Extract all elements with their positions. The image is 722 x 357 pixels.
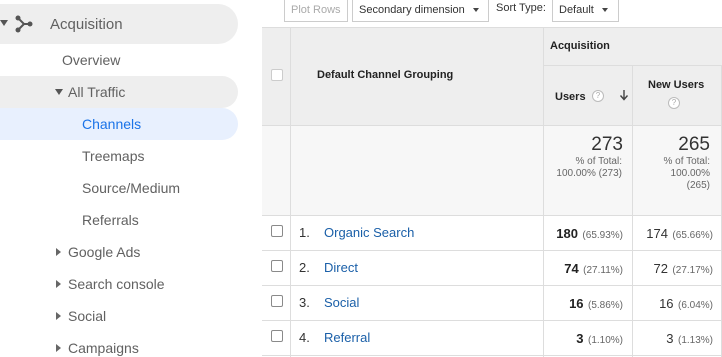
plot-rows-button[interactable]: Plot Rows [284,0,348,22]
users-cell: 180 (65.93%) [556,226,623,241]
row-checkbox[interactable] [271,260,283,272]
channel-link[interactable]: Direct [324,260,358,275]
new-users-total-count: (265) [686,180,710,191]
new-users-total-label: % of Total: [663,156,710,167]
sidebar-item-all-traffic[interactable]: All Traffic [0,76,238,108]
sidebar-item-search-console[interactable]: Search console [68,276,165,292]
caret-right-icon [56,344,61,352]
chevron-down-icon [472,8,479,13]
caret-down-icon [0,20,8,26]
sidebar-item-social[interactable]: Social [68,308,106,324]
column-divider [632,65,633,357]
sidebar-item-source-medium[interactable]: Source/Medium [82,180,180,196]
caret-right-icon [56,312,61,320]
users-total: 273 [591,134,623,155]
sort-type-value: Default [559,4,594,16]
users-cell: 16 (5.86%) [569,296,623,311]
row-checkbox[interactable] [271,295,283,307]
channel-link[interactable]: Social [324,295,359,310]
sidebar-item-acquisition[interactable]: Acquisition [0,4,238,44]
sidebar-item-label: Acquisition [50,16,123,33]
data-table: Default Channel Grouping Acquisition Use… [262,27,722,357]
acquisition-group-header: Acquisition [550,40,610,52]
new-users-total-percent: 100.00% [670,168,710,179]
sidebar-item-label: Channels [82,116,142,132]
row-divider [543,65,722,66]
new-users-cell: 3 (1.13%) [666,331,713,346]
sidebar-item-label: All Traffic [68,84,126,100]
help-icon[interactable]: ? [592,90,604,102]
sort-type-label: Sort Type: [496,2,546,14]
sort-descending-icon[interactable] [619,89,629,101]
row-divider [262,285,722,286]
new-users-column-header[interactable]: New Users [648,79,704,91]
users-cell: 3 (1.10%) [576,331,623,346]
caret-down-icon [55,89,63,95]
channel-link[interactable]: Referral [324,330,370,345]
new-users-total: 265 [678,134,710,155]
secondary-dimension-label: Secondary dimension [359,4,465,16]
sidebar-item-campaigns[interactable]: Campaigns [68,340,139,356]
row-number: 4. [299,330,310,345]
row-number: 3. [299,295,310,310]
dimension-header[interactable]: Default Channel Grouping [317,69,453,81]
secondary-dimension-dropdown[interactable]: Secondary dimension [352,0,489,22]
select-all-checkbox[interactable] [271,69,283,81]
row-number: 1. [299,225,310,240]
caret-right-icon [56,248,61,256]
sidebar-item-referrals[interactable]: Referrals [82,212,139,228]
sidebar-item-treemaps[interactable]: Treemaps [82,148,145,164]
users-column-header[interactable]: Users [555,91,586,103]
new-users-cell: 72 (27.17%) [653,261,714,276]
new-users-cell: 174 (65.66%) [646,226,713,241]
users-cell: 74 (27.11%) [564,261,623,276]
column-divider [290,28,291,357]
row-number: 2. [299,260,310,275]
users-total-percent: 100.00% (273) [556,168,622,179]
sidebar-item-overview[interactable]: Overview [62,52,120,68]
row-checkbox[interactable] [271,330,283,342]
caret-right-icon [56,280,61,288]
report-toolbar: Plot Rows Secondary dimension Sort Type:… [262,0,722,27]
row-divider [262,320,722,321]
users-total-label: % of Total: [575,156,622,167]
sidebar: Acquisition Overview All Traffic Channel… [0,0,262,357]
chevron-down-icon [601,8,608,13]
report-main: Plot Rows Secondary dimension Sort Type:… [262,0,722,357]
row-checkbox[interactable] [271,225,283,237]
row-divider [262,250,722,251]
channel-link[interactable]: Organic Search [324,225,414,240]
analytics-page: Acquisition Overview All Traffic Channel… [0,0,722,357]
help-icon[interactable]: ? [668,97,680,109]
row-divider [262,215,722,216]
sidebar-item-channels[interactable]: Channels [0,108,238,140]
row-divider [262,355,722,356]
sidebar-item-google-ads[interactable]: Google Ads [68,244,140,260]
new-users-cell: 16 (6.04%) [659,296,713,311]
sort-type-dropdown[interactable]: Default [552,0,619,22]
acquisition-icon [15,15,33,33]
